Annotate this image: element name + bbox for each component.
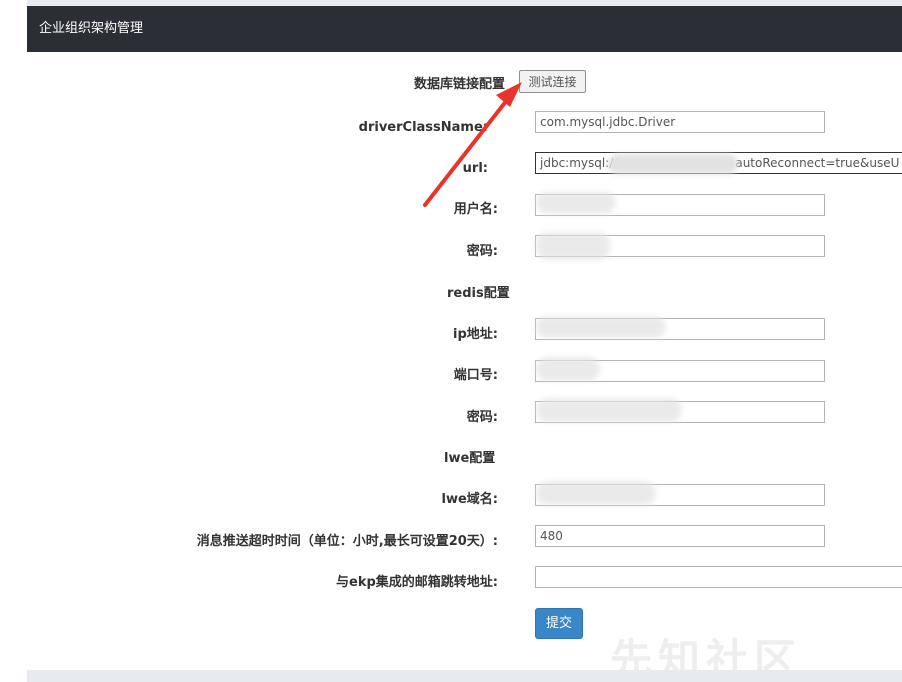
- header-bar: 企业组织架构管理: [27, 6, 902, 52]
- redis-ip-label: ip地址:: [453, 327, 498, 342]
- username-redaction-blur: [536, 192, 616, 214]
- mailbox-url-label: 与ekp集成的邮箱跳转地址:: [336, 575, 498, 590]
- db-section-label: 数据库链接配置: [414, 77, 506, 92]
- push-timeout-label: 消息推送超时时间（单位：小时,最长可设置20天）:: [196, 534, 498, 549]
- redis-ip-redaction-blur: [536, 316, 666, 338]
- url-redaction-blur: [608, 154, 738, 174]
- url-suffix: autoReconnect=true&useU: [735, 156, 900, 170]
- page: 企业组织架构管理 数据库链接配置 测试连接 driverClassName: c…: [0, 0, 902, 682]
- redis-port-redaction-blur: [536, 357, 600, 381]
- mailbox-url-input[interactable]: [535, 566, 902, 588]
- test-connection-button[interactable]: 测试连接: [519, 70, 586, 93]
- username-label: 用户名:: [453, 202, 498, 217]
- lwe-domain-redaction-blur: [536, 481, 656, 505]
- page-title: 企业组织架构管理: [39, 21, 144, 36]
- url-label: url:: [462, 161, 488, 176]
- url-prefix: jdbc:mysql://: [540, 156, 618, 170]
- lwe-section-label: lwe配置: [444, 451, 496, 466]
- redis-section-label: redis配置: [447, 286, 510, 301]
- redis-password-label: 密码:: [466, 410, 498, 425]
- submit-button[interactable]: 提交: [535, 608, 583, 639]
- redis-password-redaction-blur: [536, 398, 682, 422]
- push-timeout-input[interactable]: 480: [535, 525, 825, 547]
- lwe-domain-label: lwe域名:: [441, 492, 498, 507]
- db-password-redaction-blur: [536, 232, 610, 260]
- redis-port-label: 端口号:: [453, 368, 498, 383]
- driver-class-label: driverClassName:: [358, 120, 488, 135]
- driver-class-input[interactable]: com.mysql.jdbc.Driver: [535, 111, 825, 133]
- footer-strip: [27, 670, 902, 682]
- db-password-label: 密码:: [466, 244, 498, 259]
